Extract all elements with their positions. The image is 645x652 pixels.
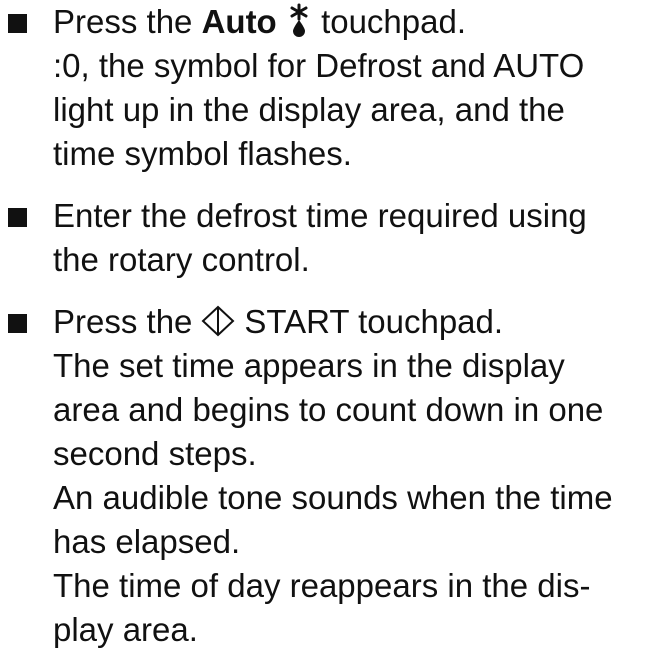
- step-3-prefix: Press the: [53, 303, 193, 340]
- step-3-line-6: has elapsed.: [53, 523, 241, 560]
- step-1-suffix: touchpad.: [321, 3, 467, 40]
- step-3-line-8: play area.: [53, 611, 198, 648]
- step-3-line-2: The set time appears in the display: [53, 347, 565, 384]
- step-1-line-2: :0, the symbol for Defrost and AUTO: [53, 47, 585, 84]
- auto-touchpad-label: Auto: [201, 3, 277, 40]
- bullet-square: [8, 314, 27, 333]
- step-1-prefix: Press the: [53, 3, 193, 40]
- step-2-text: Enter the defrost time required using th…: [53, 194, 645, 282]
- step-3-line-7: The time of day reappears in the dis-: [53, 567, 591, 604]
- step-3-line-3: area and begins to count down in one: [53, 391, 604, 428]
- step-1-text: Press the Auto touchpad. :0, the symbol …: [53, 0, 645, 176]
- step-3-line-1: Press the START touchpad.: [53, 300, 645, 344]
- step-2-line-1: Enter the defrost time required using: [53, 197, 587, 234]
- step-1-line-3: light up in the display area, and the: [53, 91, 565, 128]
- step-3-line-5: An audible tone sounds when the time: [53, 479, 613, 516]
- step-3-text: Press the START touchpad. The set time a…: [53, 300, 645, 652]
- step-2-line-2: the rotary control.: [53, 241, 310, 278]
- step-3-suffix: START touchpad.: [244, 303, 504, 340]
- bullet-square: [8, 14, 27, 33]
- bullet-square: [8, 208, 27, 227]
- start-diamond-icon: [201, 305, 235, 337]
- step-1-line-4: time symbol flashes.: [53, 135, 352, 172]
- step-3-line-4: second steps.: [53, 435, 257, 472]
- defrost-snowflake-drop-icon: [286, 3, 312, 37]
- step-1-line-1: Press the Auto touchpad.: [53, 0, 645, 44]
